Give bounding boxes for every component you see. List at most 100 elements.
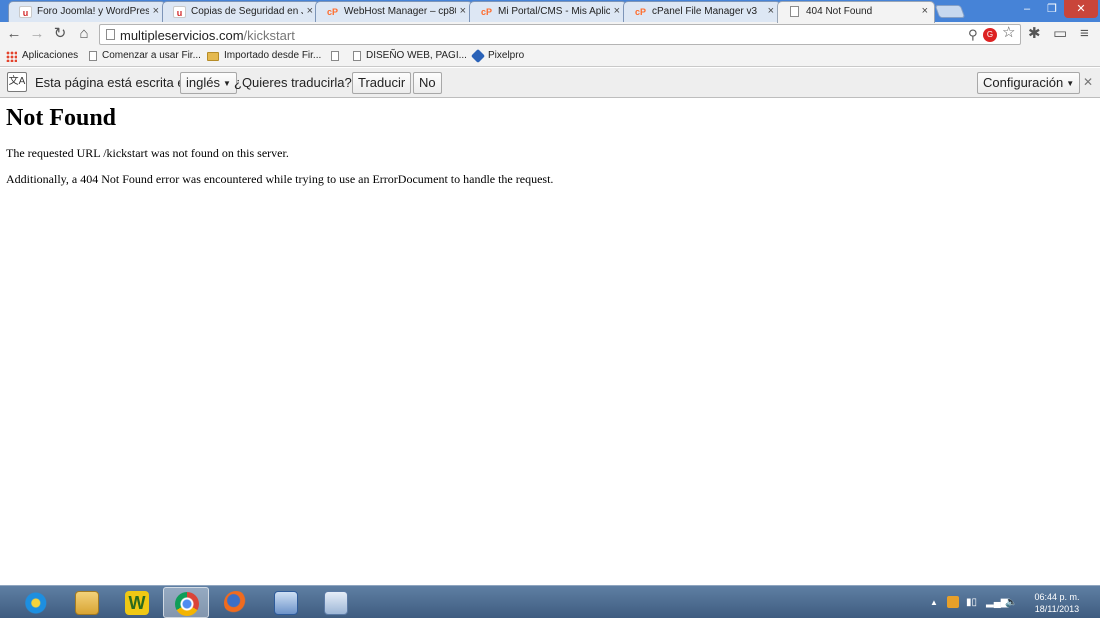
home-icon[interactable]: ⌂ <box>74 24 94 44</box>
settings-label: Configuración <box>983 75 1064 90</box>
translate-icon: 文A <box>7 72 27 92</box>
tab-close-icon[interactable]: × <box>922 5 928 18</box>
clock-time: 06:44 p. m. <box>1034 592 1080 602</box>
tab-title: Foro Joomla! y WordPress <box>37 6 149 17</box>
pixelpro-icon <box>470 48 486 64</box>
bookmark-aplicaciones[interactable]: Aplicaciones <box>6 50 78 64</box>
cpanel-icon: cP <box>326 7 338 17</box>
taskbar: W ▲ ▮▯ ▂▄▆ 🔈 06:44 p. m. 18/11/2013 <box>0 585 1100 618</box>
firefox-icon <box>224 591 248 615</box>
language-select[interactable]: inglés ▼ <box>180 72 237 94</box>
tab-webhost-manager[interactable]: cP WebHost Manager – cp80 × <box>315 1 473 22</box>
calculator-icon <box>324 591 348 615</box>
bookmark-importado-firefox[interactable]: Importado desde Fir... <box>207 50 321 64</box>
window-panel-icon[interactable]: ▭ <box>1053 25 1067 43</box>
forward-arrow-icon[interactable]: → <box>27 24 47 44</box>
page-icon <box>106 29 115 40</box>
address-url[interactable]: multipleservicios.com/kickstart <box>120 28 295 43</box>
translate-icon[interactable]: G <box>983 28 997 42</box>
tab-copias-seguridad[interactable]: u Copias de Seguridad en Jo × <box>162 1 320 22</box>
tab-404-not-found[interactable]: 404 Not Found × <box>777 1 935 23</box>
tray-volume-icon[interactable]: 🔈 <box>1005 597 1017 609</box>
clock-date: 18/11/2013 <box>1034 604 1080 614</box>
menu-icon[interactable]: ≡ <box>1080 25 1089 43</box>
new-tab-button[interactable] <box>934 5 966 18</box>
bookmark-label: Comenzar a usar Fir... <box>102 50 201 61</box>
translate-settings-button[interactable]: Configuración ▼ <box>977 72 1081 94</box>
search-icon[interactable]: ⚲ <box>968 28 978 42</box>
page-icon <box>331 51 339 61</box>
network-app-icon <box>274 591 298 615</box>
tab-title: Mi Portal/CMS - Mis Aplic <box>498 6 610 17</box>
address-bar[interactable]: multipleservicios.com/kickstart ⚲ G ☆ <box>99 24 1021 45</box>
joomla-u-icon: u <box>173 6 186 18</box>
translate-prefix-text: Esta página está escrita en <box>35 75 192 90</box>
cpanel-icon: cP <box>480 7 492 17</box>
joomla-u-icon: u <box>19 6 32 18</box>
caret-down-icon: ▼ <box>222 78 231 88</box>
translate-bar: 文A Esta página está escrita en inglés ▼ ¿… <box>0 68 1100 98</box>
extension-icon[interactable]: ✱ <box>1028 25 1041 43</box>
apps-grid-icon <box>6 50 17 62</box>
taskbar-chrome[interactable] <box>163 587 209 618</box>
tab-foro-joomla[interactable]: u Foro Joomla! y WordPress × <box>8 1 166 22</box>
bookmark-label: Importado desde Fir... <box>224 50 322 61</box>
tab-strip: u Foro Joomla! y WordPress × u Copias de… <box>0 0 1100 23</box>
bookmark-diseno-web[interactable]: DISEÑO WEB, PAGI... <box>353 50 467 64</box>
page-icon <box>790 6 799 17</box>
taskbar-calculator[interactable] <box>313 587 359 618</box>
translate-button[interactable]: Traducir <box>352 72 412 94</box>
taskbar-firefox[interactable] <box>213 587 259 618</box>
bookmark-label: DISEÑO WEB, PAGI... <box>366 50 467 61</box>
tab-mi-portal[interactable]: cP Mi Portal/CMS - Mis Aplic × <box>469 1 627 22</box>
page-icon <box>89 51 97 61</box>
no-translate-button[interactable]: No <box>413 72 442 94</box>
tray-power-icon[interactable]: ▮▯ <box>966 597 977 609</box>
star-icon[interactable]: ☆ <box>1002 25 1015 40</box>
bookmark-comenzar-firefox[interactable]: Comenzar a usar Fir... <box>89 50 201 64</box>
tab-close-icon[interactable]: × <box>307 5 313 18</box>
tab-cpanel-file-manager[interactable]: cP cPanel File Manager v3 × <box>623 1 781 22</box>
minimize-icon[interactable]: – <box>1014 0 1040 18</box>
bookmark-label: Pixelpro <box>488 50 525 61</box>
browser-toolbar: ← → ↻ ⌂ multipleservicios.com/kickstart … <box>0 22 1100 46</box>
back-arrow-icon[interactable]: ← <box>4 24 24 44</box>
tab-close-icon[interactable]: × <box>153 5 159 18</box>
page-icon <box>353 51 361 61</box>
close-window-icon[interactable]: ✕ <box>1064 0 1098 18</box>
url-host: multipleservicios.com <box>120 28 244 43</box>
reload-icon[interactable]: ↻ <box>50 24 70 44</box>
close-icon[interactable]: ✕ <box>1083 75 1093 89</box>
bookmarks-bar: Aplicaciones Comenzar a usar Fir... Impo… <box>0 46 1100 67</box>
chrome-icon <box>175 592 199 616</box>
tab-close-icon[interactable]: × <box>614 5 620 18</box>
error-message: The requested URL /kickstart was not fou… <box>6 146 289 160</box>
bookmark-pixelpro[interactable]: Pixelpro <box>470 48 525 64</box>
caret-down-icon: ▼ <box>1066 78 1075 88</box>
language-value: inglés <box>186 75 220 90</box>
bookmark-untitled[interactable] <box>331 50 344 64</box>
folder-icon <box>207 51 219 61</box>
tab-title: WebHost Manager – cp80 <box>344 6 456 17</box>
taskbar-file-explorer[interactable] <box>64 587 110 618</box>
taskbar-w-app[interactable]: W <box>114 587 160 618</box>
taskbar-network-app[interactable] <box>263 587 309 618</box>
internet-explorer-icon <box>25 591 49 615</box>
tab-title: cPanel File Manager v3 <box>652 6 758 17</box>
taskbar-internet-explorer[interactable] <box>14 587 60 618</box>
tray-app-icon[interactable] <box>947 596 959 608</box>
restore-icon[interactable]: ❐ <box>1039 0 1065 18</box>
tray-expand-icon[interactable]: ▲ <box>930 597 938 609</box>
translate-question-text: ¿Quieres traducirla? <box>234 75 352 90</box>
system-clock[interactable]: 06:44 p. m. 18/11/2013 <box>1024 591 1090 615</box>
tab-title: Copias de Seguridad en Jo <box>191 6 303 17</box>
tab-title: 404 Not Found <box>806 6 873 17</box>
bookmark-label: Aplicaciones <box>22 50 79 61</box>
error-details: Additionally, a 404 Not Found error was … <box>6 172 554 186</box>
url-path: /kickstart <box>243 28 295 43</box>
tab-close-icon[interactable]: × <box>460 5 466 18</box>
tab-close-icon[interactable]: × <box>768 5 774 18</box>
page-title: Not Found <box>6 105 117 131</box>
page-content: Not Found The requested URL /kickstart w… <box>0 99 1100 585</box>
file-explorer-icon <box>75 591 99 615</box>
